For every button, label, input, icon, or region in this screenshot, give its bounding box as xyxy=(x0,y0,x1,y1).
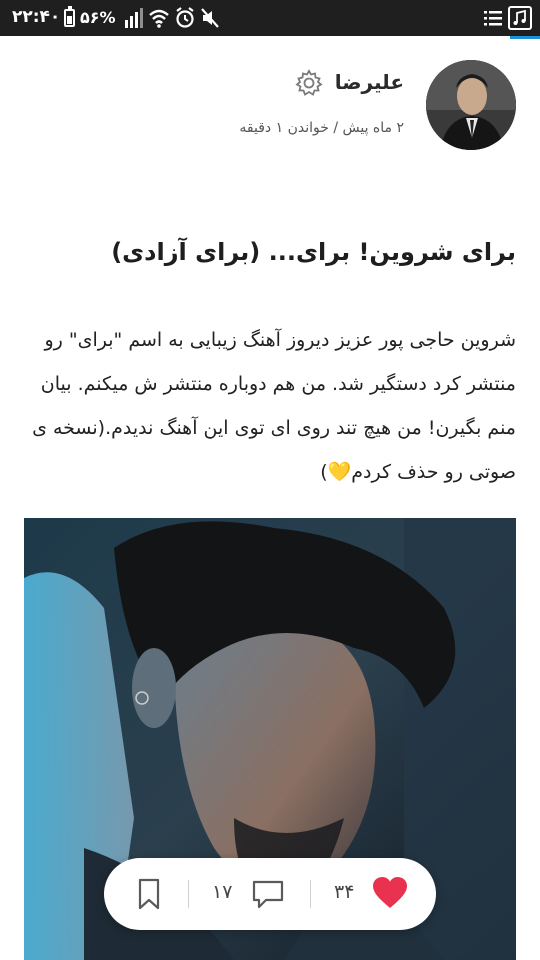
comment-icon xyxy=(252,880,284,909)
status-bar: ۲۲:۴۰ ۵۶% xyxy=(0,0,540,36)
divider xyxy=(188,880,189,908)
like-button[interactable]: ۳۴ xyxy=(330,870,426,918)
wifi-icon xyxy=(149,9,169,28)
post-actions-bar: ۱۷ ۳۴ xyxy=(104,858,436,930)
like-count: ۳۴ xyxy=(334,881,355,903)
battery-icon xyxy=(64,6,75,27)
scroll-progress-indicator xyxy=(510,36,540,39)
bookmark-button[interactable] xyxy=(134,874,164,914)
status-clock: ۲۲:۴۰ xyxy=(12,7,61,27)
mute-icon xyxy=(201,8,219,28)
post-body: شروین حاجی پور عزیز دیروز آهنگ زیبایی به… xyxy=(32,329,516,483)
post-meta: ۲ ماه پیش / خواندن ۱ دقیقه xyxy=(239,120,404,136)
author-name[interactable]: علیرضا xyxy=(335,70,404,94)
comment-count: ۱۷ xyxy=(212,881,233,903)
battery-percent: ۵۶% xyxy=(80,8,116,27)
heart-icon xyxy=(373,877,407,908)
gear-icon[interactable] xyxy=(294,68,324,98)
post-title: برای شروین! برای... (برای آزادی) xyxy=(111,238,516,266)
signal-icon xyxy=(125,8,143,28)
bookmark-icon xyxy=(138,878,160,910)
alarm-icon xyxy=(176,7,194,28)
comment-button[interactable]: ۱۷ xyxy=(208,870,308,918)
music-notification-icon xyxy=(508,6,532,30)
divider xyxy=(310,880,311,908)
author-avatar[interactable] xyxy=(426,60,516,150)
notification-list-icon xyxy=(484,11,502,26)
